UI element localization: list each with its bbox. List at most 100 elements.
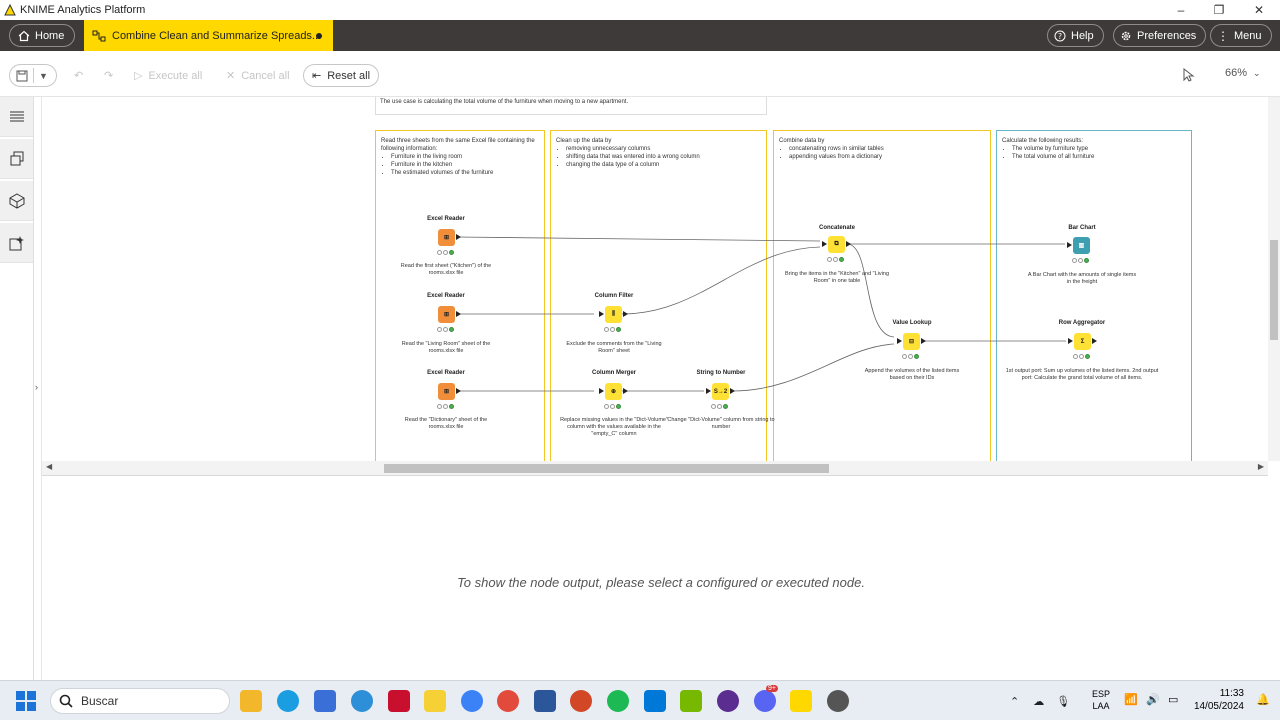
save-icon[interactable] bbox=[16, 70, 28, 82]
store-icon[interactable] bbox=[314, 690, 336, 712]
obs-icon[interactable] bbox=[827, 690, 849, 712]
chrome-canary-icon[interactable] bbox=[351, 690, 373, 712]
canvas-vertical-scrollbar[interactable] bbox=[1268, 97, 1280, 461]
zoom-control[interactable]: 66% ⌄ bbox=[1225, 67, 1261, 79]
cancel-all-button[interactable]: ✕ Cancel all bbox=[218, 64, 298, 87]
concatenate-icon: ⧉ bbox=[834, 241, 839, 247]
concatenate-node[interactable]: ⧉ bbox=[822, 236, 851, 253]
chevron-right-icon[interactable]: › bbox=[35, 382, 38, 392]
node-label: Concatenate bbox=[818, 225, 855, 231]
column-filter-node[interactable]: ⫼ bbox=[599, 306, 628, 323]
sticky-notes-icon[interactable] bbox=[424, 690, 446, 712]
node-description: Read the first sheet ("Kitchen") of the … bbox=[400, 263, 492, 276]
knime-taskbar-icon[interactable] bbox=[790, 690, 812, 712]
clock[interactable]: 11:33 14/05/2024 bbox=[1190, 687, 1244, 713]
close-window-button[interactable]: ✕ bbox=[1240, 0, 1278, 20]
wifi-icon[interactable]: 📶 bbox=[1124, 693, 1138, 706]
pointer-icon[interactable] bbox=[1183, 68, 1195, 82]
spotify-icon[interactable] bbox=[607, 690, 629, 712]
window-title: KNIME Analytics Platform bbox=[20, 4, 146, 16]
scroll-thumb[interactable] bbox=[384, 464, 829, 473]
nvidia-icon[interactable] bbox=[680, 690, 702, 712]
github-desktop-icon[interactable] bbox=[717, 690, 739, 712]
string-to-number-node[interactable]: S→2 bbox=[706, 383, 735, 400]
node-label: Column Merger bbox=[591, 370, 636, 376]
node-status bbox=[711, 404, 730, 410]
volume-icon[interactable]: 🔊 bbox=[1146, 693, 1160, 706]
excel-reader-node[interactable]: ⊞ bbox=[438, 229, 461, 246]
chevron-down-icon[interactable]: ▼ bbox=[39, 71, 48, 81]
powerpoint-icon[interactable] bbox=[570, 690, 592, 712]
node-label: String to Number bbox=[696, 370, 746, 376]
workflow-canvas[interactable]: The use case is calculating the total vo… bbox=[42, 97, 1268, 461]
aggregator-icon: Σ bbox=[1080, 338, 1085, 345]
menu-button[interactable]: ⋮ Menu bbox=[1210, 24, 1272, 47]
filter-icon: ⫼ bbox=[612, 311, 615, 317]
chrome-icon[interactable] bbox=[461, 690, 483, 712]
redo-icon: ↷ bbox=[104, 70, 114, 82]
vscode-icon[interactable] bbox=[644, 690, 666, 712]
play-icon: ▷ bbox=[134, 70, 143, 82]
undo-button[interactable]: ↶ bbox=[66, 64, 91, 87]
taskbar-search[interactable]: Buscar bbox=[50, 688, 230, 714]
bar-chart-node[interactable]: ▥ bbox=[1067, 237, 1090, 254]
row-aggregator-node[interactable]: Σ bbox=[1068, 333, 1097, 350]
discord-icon[interactable]: 9+ bbox=[754, 685, 778, 712]
notifications-icon[interactable]: 🔔 bbox=[1256, 693, 1270, 706]
search-icon bbox=[59, 694, 73, 708]
unsaved-indicator bbox=[316, 33, 322, 39]
window-titlebar: KNIME Analytics Platform – ❐ ✕ bbox=[0, 0, 1280, 20]
tab-workflow[interactable]: Combine Clean and Summarize Spreads... bbox=[84, 20, 333, 51]
description-tab[interactable] bbox=[0, 97, 33, 137]
column-merger-node[interactable]: ⊕ bbox=[599, 383, 628, 400]
excel-reader-node[interactable]: ⊞ bbox=[438, 383, 461, 400]
windows-taskbar: Buscar 9+ ⌃ ☁ 🎙 ESP LAA 📶 🔊 ▭ 11:33 14/0… bbox=[0, 680, 1280, 720]
scroll-right-icon[interactable]: ▶ bbox=[1258, 462, 1264, 471]
nodes-tab[interactable] bbox=[0, 139, 33, 179]
extensions-tab[interactable] bbox=[0, 181, 33, 221]
scroll-thumb[interactable] bbox=[1270, 240, 1278, 340]
language-indicator[interactable]: ESP LAA bbox=[1092, 688, 1110, 712]
node-label: Excel Reader bbox=[427, 293, 465, 299]
value-lookup-node[interactable]: ⊟ bbox=[897, 333, 926, 350]
save-button-group[interactable]: ▼ bbox=[9, 64, 57, 87]
clock-time: 11:33 bbox=[1219, 688, 1244, 699]
node-label: Column Filter bbox=[594, 293, 634, 299]
preferences-button[interactable]: Preferences bbox=[1113, 24, 1207, 47]
scroll-left-icon[interactable]: ◀ bbox=[46, 462, 52, 471]
microphone-icon[interactable]: 🎙 bbox=[1056, 695, 1070, 708]
notification-badge: 9+ bbox=[766, 685, 778, 692]
excel-reader-node[interactable]: ⊞ bbox=[438, 306, 461, 323]
cloud-icon[interactable]: ☁ bbox=[1033, 695, 1044, 708]
panel-collapse-bar[interactable]: › bbox=[34, 97, 42, 680]
help-icon: ? bbox=[1054, 30, 1066, 41]
maximize-button[interactable]: ❐ bbox=[1200, 0, 1238, 20]
canvas-horizontal-scrollbar[interactable]: ◀ ▶ bbox=[42, 461, 1268, 476]
chrome-browser-icon[interactable] bbox=[497, 690, 519, 712]
reset-icon: ⇤ bbox=[312, 70, 322, 82]
battery-icon[interactable]: ▭ bbox=[1168, 693, 1178, 706]
windows-start-icon[interactable] bbox=[16, 691, 36, 711]
excel-icon: ⊞ bbox=[443, 389, 450, 395]
kebab-icon: ⋮ bbox=[1217, 28, 1229, 43]
reset-all-button[interactable]: ⇤ Reset all bbox=[303, 64, 380, 87]
output-empty-message: To show the node output, please select a… bbox=[457, 575, 865, 590]
node-label: Bar Chart bbox=[1068, 225, 1096, 231]
redo-button[interactable]: ↷ bbox=[96, 64, 121, 87]
node-description: Read the "Living Room" sheet of the room… bbox=[401, 341, 491, 354]
edge-icon[interactable] bbox=[277, 690, 299, 712]
excel-icon: ⊞ bbox=[443, 235, 450, 241]
chevron-up-icon[interactable]: ⌃ bbox=[1010, 695, 1019, 708]
execute-all-button[interactable]: ▷ Execute all bbox=[126, 64, 210, 87]
help-button[interactable]: ? Help bbox=[1047, 24, 1104, 47]
minimize-button[interactable]: – bbox=[1162, 0, 1200, 20]
bar-chart-icon: ▥ bbox=[1078, 243, 1085, 249]
node-label: Excel Reader bbox=[427, 216, 465, 222]
home-button[interactable]: Home bbox=[9, 24, 76, 47]
word-icon[interactable] bbox=[534, 690, 556, 712]
preferences-label: Preferences bbox=[1137, 29, 1197, 42]
kai-tab[interactable] bbox=[0, 223, 33, 263]
mcafee-icon[interactable] bbox=[388, 690, 410, 712]
file-explorer-icon[interactable] bbox=[240, 690, 262, 712]
node-description: Read the "Dictionary" sheet of the rooms… bbox=[404, 417, 488, 430]
